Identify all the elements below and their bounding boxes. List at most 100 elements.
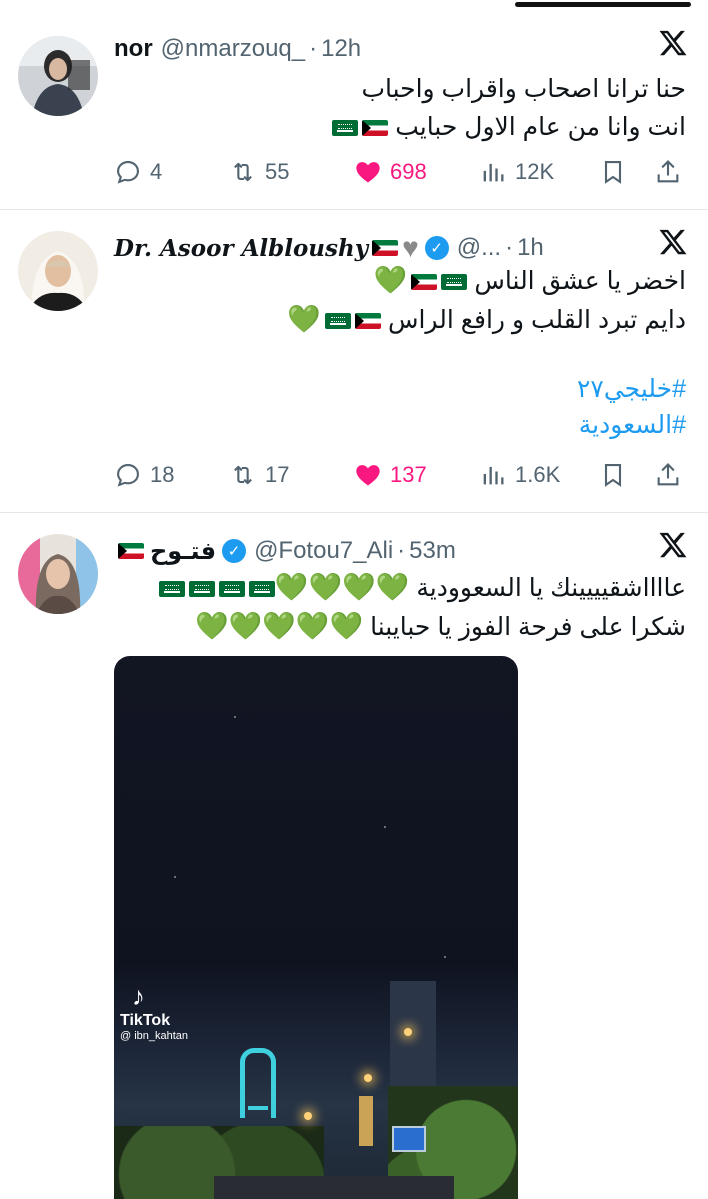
- verified-badge-icon: ✓: [222, 539, 247, 563]
- share-button[interactable]: [654, 158, 684, 186]
- green-heart-icon: 💚: [373, 265, 408, 295]
- avatar[interactable]: [18, 36, 98, 116]
- hashtag-link[interactable]: #خليجي٢٧: [577, 371, 686, 407]
- green-heart-icon: 💚💚💚💚: [274, 572, 410, 602]
- action-bar: 4 55 698 12K: [114, 152, 688, 192]
- view-count: 12K: [515, 159, 555, 184]
- tweet-header: فتـوح ✓ @Fotou7_Ali · 53m: [114, 536, 648, 566]
- views-button[interactable]: 12K: [479, 158, 599, 186]
- tiktok-logo-icon: ♪: [132, 981, 145, 1011]
- tweet[interactable]: Dr. Asoor Albloushy ♥ ✓ @... · 1h اخضر ي…: [0, 211, 708, 513]
- saudi-flag-icon: [188, 581, 215, 598]
- user-handle[interactable]: @nmarzouq_: [161, 35, 305, 63]
- retweet-icon: [234, 162, 252, 182]
- reply-count: 18: [150, 462, 175, 487]
- tweet-line: دايم تبرد القلب و رافع الراس 💚: [287, 304, 686, 334]
- action-bar: 18 17 137 1.6K: [114, 455, 688, 495]
- street-lamp: [404, 1028, 412, 1036]
- kuwait-flag-icon: [355, 313, 381, 330]
- kuwait-flag-icon: [411, 274, 438, 291]
- tweet-text: عااااشقيييينك يا السعوودية 💚💚💚💚 شكرا على…: [114, 568, 686, 646]
- display-name[interactable]: nor: [114, 35, 153, 63]
- reply-button[interactable]: 4: [114, 158, 229, 186]
- green-heart-icon: 💚💚💚💚💚: [195, 611, 364, 641]
- like-button[interactable]: 137: [354, 461, 479, 489]
- avatar[interactable]: [18, 231, 98, 311]
- timestamp[interactable]: 12h: [321, 35, 361, 63]
- tweet-line: شكرا على فرحة الفوز يا حبايبنا 💚💚💚💚💚: [195, 611, 686, 641]
- bookmark-button[interactable]: [599, 158, 654, 186]
- kuwait-flag-icon: [372, 240, 399, 256]
- share-icon: [657, 160, 679, 183]
- kuwait-flag-icon: [362, 120, 389, 137]
- tweet-line: اخضر يا عشق الناس 💚: [373, 265, 686, 295]
- retweet-button[interactable]: 55: [229, 158, 354, 186]
- bookmark-button[interactable]: [599, 461, 654, 489]
- avatar[interactable]: [18, 534, 98, 614]
- like-count: 698: [390, 159, 427, 184]
- tiktok-watermark: ♪ TikTok @ ibn_kahtan: [120, 981, 188, 1042]
- x-logo-icon: [659, 30, 687, 56]
- like-count: 137: [390, 462, 427, 487]
- x-logo-icon: [659, 229, 687, 255]
- saudi-flag-icon: [158, 581, 185, 598]
- tiktok-username: @ ibn_kahtan: [120, 1030, 189, 1042]
- reply-icon: [117, 161, 139, 184]
- billboard: [392, 1126, 426, 1152]
- hashtag-list: #خليجي٢٧ #السعودية: [577, 371, 686, 443]
- home-indicator: [515, 2, 691, 7]
- user-handle[interactable]: @...: [457, 234, 501, 262]
- bookmark-icon: [604, 464, 622, 487]
- retweet-icon: [234, 465, 252, 485]
- green-heart-icon: 💚: [287, 304, 321, 334]
- star: [384, 826, 386, 828]
- tweet-text: اخضر يا عشق الناس 💚 دايم تبرد القلب و را…: [114, 261, 686, 339]
- views-button[interactable]: 1.6K: [479, 461, 599, 489]
- grey-heart-icon: ♥: [402, 232, 419, 263]
- kuwait-flag-icon: [118, 543, 144, 559]
- tower: [240, 1048, 276, 1118]
- tweet-line: عااااشقيييينك يا السعوودية 💚💚💚💚: [114, 568, 686, 607]
- reply-count: 4: [150, 159, 163, 184]
- reply-button[interactable]: 18: [114, 461, 229, 489]
- views-icon: [483, 163, 504, 182]
- retweet-button[interactable]: 17: [229, 461, 354, 489]
- star: [174, 876, 176, 878]
- saudi-flag-icon: [332, 120, 359, 137]
- share-button[interactable]: [654, 461, 684, 489]
- timestamp[interactable]: 1h: [517, 234, 544, 262]
- road: [214, 1176, 454, 1199]
- display-name[interactable]: فتـوح: [150, 537, 216, 566]
- like-button[interactable]: 698: [354, 158, 479, 186]
- star: [234, 716, 236, 718]
- tweet-line: حنا ترانا اصحاب واقراب واحباب: [361, 75, 686, 103]
- retweet-count: 55: [265, 159, 290, 184]
- tweet[interactable]: nor @nmarzouq_ · 12h حنا ترانا اصحاب واق…: [0, 12, 708, 210]
- verified-badge-icon: ✓: [424, 236, 449, 260]
- separator: ·: [309, 35, 318, 62]
- user-handle[interactable]: @Fotou7_Ali: [254, 537, 393, 565]
- tweet-line: انت وانا من عام الاول حبايب: [114, 108, 686, 146]
- share-icon: [657, 463, 679, 486]
- heart-filled-icon: [356, 162, 380, 183]
- hashtag-link[interactable]: #السعودية: [577, 407, 686, 443]
- saudi-flag-icon: [441, 274, 468, 291]
- display-name[interactable]: Dr. Asoor Albloushy: [114, 235, 368, 262]
- retweet-count: 17: [265, 462, 290, 487]
- heart-filled-icon: [356, 465, 380, 486]
- separator: ·: [397, 537, 406, 564]
- saudi-flag-icon: [248, 581, 275, 598]
- video-thumbnail[interactable]: ♪ TikTok @ ibn_kahtan: [114, 656, 518, 1199]
- separator: ·: [505, 234, 514, 261]
- bookmark-icon: [604, 161, 622, 184]
- saudi-flag-icon: [218, 581, 245, 598]
- x-logo-icon: [659, 532, 687, 558]
- tweet-header: Dr. Asoor Albloushy ♥ ✓ @... · 1h: [114, 232, 648, 263]
- street-lamp: [304, 1112, 312, 1120]
- reply-icon: [117, 464, 139, 487]
- timestamp[interactable]: 53m: [409, 537, 456, 565]
- views-icon: [483, 466, 504, 485]
- tiktok-label: TikTok: [120, 1012, 171, 1029]
- tweet[interactable]: فتـوح ✓ @Fotou7_Ali · 53m عااااشقيييينك …: [0, 514, 708, 1199]
- star: [444, 956, 446, 958]
